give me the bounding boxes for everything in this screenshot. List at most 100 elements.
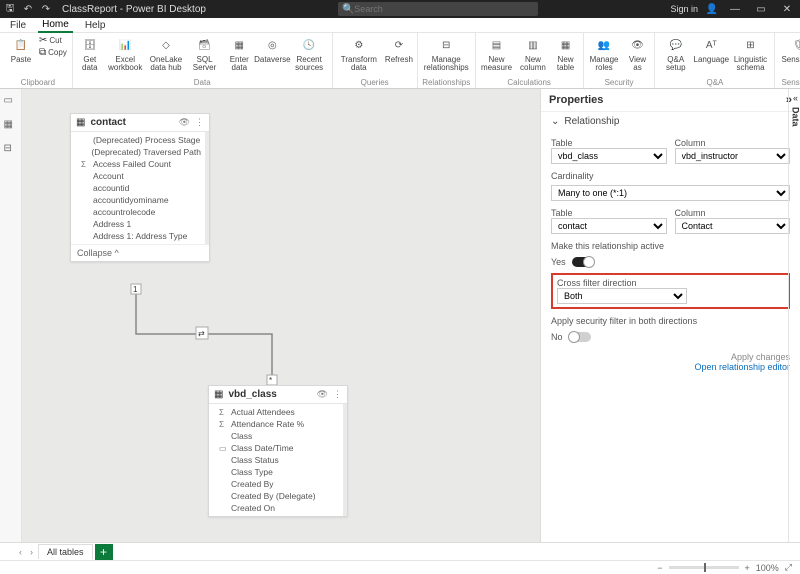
field-item[interactable]: (Deprecated) Traversed Path (81, 146, 201, 158)
transform-data-button[interactable]: ⚙Transform data (336, 35, 383, 77)
collapse-link[interactable]: Collapse ^ (71, 244, 209, 261)
model-view-icon[interactable]: ⊟ (4, 143, 18, 157)
tab-scroll-right[interactable]: › (27, 547, 36, 557)
get-data-button[interactable]: 🗄Get data (76, 35, 104, 77)
zoom-out-button[interactable]: − (657, 563, 662, 573)
new-measure-button[interactable]: ▤New measure (479, 35, 515, 77)
field-label: Account (93, 171, 124, 181)
field-item[interactable]: accountid (81, 182, 201, 194)
field-label: (Deprecated) Traversed Path (91, 147, 201, 157)
linguistic-schema-button[interactable]: ⊞Linguistic schema (730, 35, 772, 77)
sensitivity-icon: 🛡 (790, 36, 800, 54)
menu-file[interactable]: File (6, 19, 30, 32)
qa-setup-button[interactable]: 💬Q&A setup (658, 35, 693, 77)
visibility-icon[interactable]: 👁 (179, 117, 190, 128)
active-toggle[interactable] (572, 257, 594, 267)
excel-button[interactable]: 📊Excel workbook (106, 35, 145, 77)
enter-data-button[interactable]: ▦Enter data (224, 35, 255, 77)
field-item[interactable]: Class (219, 430, 339, 442)
zoom-slider[interactable] (669, 566, 739, 569)
new-column-button[interactable]: ▥New column (516, 35, 549, 77)
cut-button[interactable]: ✂Cut (37, 35, 69, 46)
field-item[interactable]: ΣAccess Failed Count (81, 158, 201, 170)
database-icon: 🗄 (81, 36, 99, 54)
cross-filter-select[interactable]: Both (557, 288, 687, 304)
more-icon[interactable]: ⋮ (333, 389, 342, 400)
field-item[interactable]: Created By (Delegate) (219, 490, 339, 502)
table-card-vbd-class[interactable]: ▦ vbd_class 👁 ⋮ ΣActual AttendeesΣAttend… (208, 385, 348, 517)
properties-body: Table vbd_class Column vbd_instructor Ca… (541, 131, 800, 380)
sql-button[interactable]: 🗃SQL Server (187, 35, 221, 77)
new-table-button[interactable]: ▦New table (552, 35, 580, 77)
sigma-icon: Σ (219, 420, 227, 429)
copy-button[interactable]: ⧉Copy (37, 47, 69, 58)
tab-scroll-left[interactable]: ‹ (16, 547, 25, 557)
add-tab-button[interactable]: + (95, 544, 113, 560)
field-item[interactable]: Σ Attendance Rate % (219, 418, 339, 430)
report-view-icon[interactable]: ▭ (4, 95, 18, 109)
relationship-section-header[interactable]: ⌄ Relationship (541, 112, 800, 131)
security-filter-toggle[interactable] (569, 332, 591, 342)
global-search[interactable]: 🔍 (338, 2, 538, 16)
maximize-button[interactable]: ▭ (752, 2, 770, 16)
cardinality-select[interactable]: Many to one (*:1) (551, 185, 790, 201)
field-icon: ▭ (219, 444, 227, 453)
table-card-contact[interactable]: ▦ contact 👁 ⋮ (Deprecated) Process Stage… (70, 113, 210, 262)
dataverse-button[interactable]: ◎Dataverse (257, 35, 288, 77)
field-item[interactable]: Address 1: Address Type (81, 230, 201, 242)
field-item[interactable]: Address 1 (81, 218, 201, 230)
save-icon[interactable]: 🖫 (4, 3, 16, 15)
language-button[interactable]: AᵀLanguage (695, 35, 728, 77)
field-label: (Deprecated) Process Stage (93, 135, 200, 145)
onelake-button[interactable]: ◇OneLake data hub (147, 35, 186, 77)
menu-home[interactable]: Home (38, 18, 73, 33)
field-item[interactable]: Class Type (219, 466, 339, 478)
paste-button[interactable]: 📋 Paste (7, 35, 35, 77)
close-button[interactable]: ✕ (778, 2, 796, 16)
fit-to-page-button[interactable]: ⤢ (785, 562, 792, 573)
field-item[interactable]: Class Status (219, 454, 339, 466)
qa-icon: 💬 (667, 36, 685, 54)
refresh-button[interactable]: ⟳Refresh (384, 35, 414, 77)
manage-relationships-button[interactable]: ⊟Manage relationships (421, 35, 472, 77)
measure-icon: ▤ (488, 36, 506, 54)
table2-select[interactable]: contact (551, 218, 667, 234)
undo-icon[interactable]: ↶ (22, 3, 34, 15)
sign-in-link[interactable]: Sign in (670, 4, 698, 14)
svg-text:1: 1 (133, 285, 138, 294)
table1-select[interactable]: vbd_class (551, 148, 667, 164)
model-canvas[interactable]: 1 ⇄ * ▦ contact 👁 ⋮ (Deprecated) Process… (22, 89, 540, 542)
menu-help[interactable]: Help (81, 19, 110, 32)
view-as-button[interactable]: 👁View as (623, 35, 651, 77)
side-tab-data[interactable]: « Data (788, 89, 800, 542)
field-item[interactable]: ΣActual Attendees (219, 406, 339, 418)
open-relationship-editor-link[interactable]: Open relationship editor (551, 362, 790, 372)
zoom-in-button[interactable]: + (745, 563, 750, 573)
field-label: Attendance Rate % (231, 419, 304, 429)
data-view-icon[interactable]: ▦ (4, 119, 18, 133)
field-label: accountid (93, 183, 129, 193)
minimize-button[interactable]: — (726, 2, 744, 16)
recent-sources-button[interactable]: 🕓Recent sources (290, 35, 329, 77)
field-item[interactable]: Created By (219, 478, 339, 490)
recent-icon: 🕓 (300, 36, 318, 54)
manage-roles-button[interactable]: 👥Manage roles (587, 35, 622, 77)
tab-all-tables[interactable]: All tables (38, 544, 93, 559)
user-icon[interactable]: 👤 (706, 3, 718, 15)
sensitivity-button[interactable]: 🛡Sensitivity (778, 35, 800, 77)
properties-header: Properties » (541, 89, 800, 112)
field-item[interactable]: Account (81, 170, 201, 182)
field-item[interactable]: accountidyominame (81, 194, 201, 206)
field-item[interactable]: ▭Class Date/Time (219, 442, 339, 454)
column1-select[interactable]: vbd_instructor (675, 148, 791, 164)
field-item[interactable]: Created On (219, 502, 339, 514)
svg-text:*: * (269, 376, 272, 385)
more-icon[interactable]: ⋮ (195, 117, 204, 128)
redo-icon[interactable]: ↷ (40, 3, 52, 15)
search-input[interactable] (354, 4, 534, 14)
visibility-icon[interactable]: 👁 (317, 389, 328, 400)
field-item[interactable]: accountrolecode (81, 206, 201, 218)
ribbon-group-clipboard: 📋 Paste ✂Cut ⧉Copy Clipboard (4, 33, 73, 88)
column2-select[interactable]: Contact (675, 218, 791, 234)
field-item[interactable]: (Deprecated) Process Stage (81, 134, 201, 146)
